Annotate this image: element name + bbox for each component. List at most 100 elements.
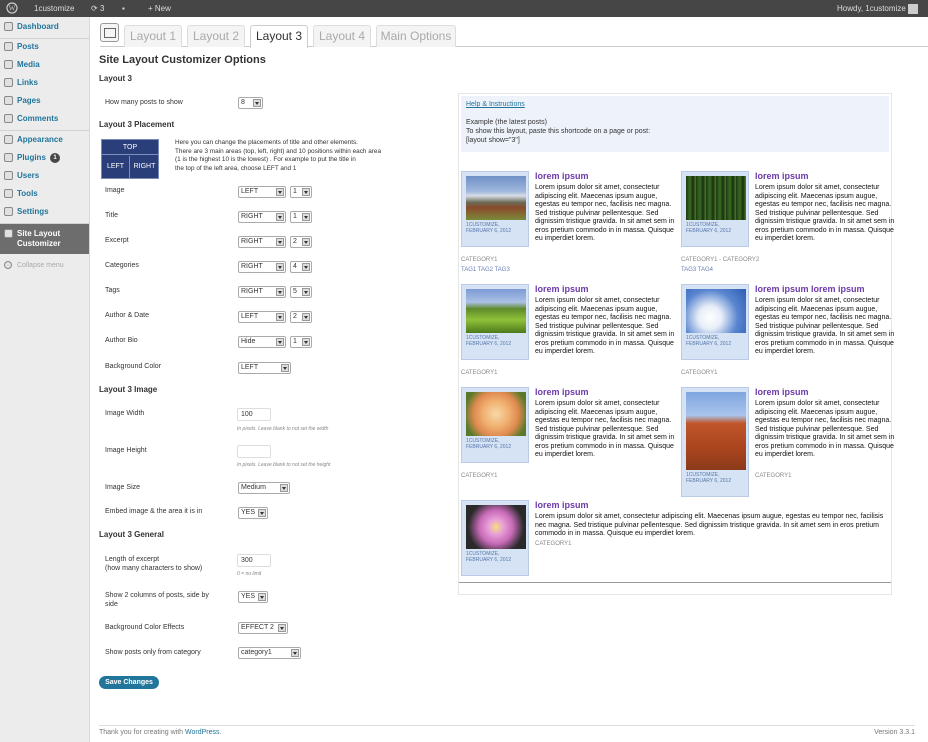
comments-icon[interactable]: ▪: [122, 0, 125, 17]
author-date-area-select[interactable]: LEFT: [238, 311, 286, 323]
pin-icon: [4, 42, 13, 51]
sidebar-item-dashboard[interactable]: Dashboard: [0, 18, 89, 36]
select-value: 1: [293, 188, 297, 195]
post-author-date: 1CUSTOMIZE, FEBRUARY 6, 2012: [466, 335, 524, 347]
image-position-select[interactable]: 1: [290, 186, 312, 198]
update-count-badge: 1: [50, 153, 60, 163]
new-content-link[interactable]: + New: [148, 0, 171, 17]
sidebar-item-site-layout-customizer[interactable]: Site Layout Customizer: [0, 224, 89, 254]
main-content: Layout 1 Layout 2 Layout 3 Layout 4 Main…: [90, 17, 928, 742]
author-date-position-select[interactable]: 2: [290, 311, 312, 323]
sidebar-item-tools[interactable]: Tools: [0, 185, 89, 203]
sidebar-item-links[interactable]: Links: [0, 74, 89, 92]
dropdown-arrow-icon: [302, 313, 310, 321]
label-line: Length of excerpt: [105, 556, 160, 563]
excerpt-length-label: Length of excerpt (how many characters to…: [105, 555, 202, 573]
author-bio-area-select[interactable]: Hide: [238, 336, 286, 348]
categories-position-select[interactable]: 4: [290, 261, 312, 273]
tab-layout-3[interactable]: Layout 3: [250, 25, 308, 48]
dropdown-arrow-icon: [280, 484, 288, 492]
page-title: Site Layout Customizer Options: [99, 54, 266, 66]
author-bio-position-select[interactable]: 1: [290, 336, 312, 348]
tab-layout-1[interactable]: Layout 1: [124, 25, 182, 47]
dropdown-arrow-icon: [258, 593, 266, 601]
select-value: 1: [293, 213, 297, 220]
collapse-menu[interactable]: Collapse menu: [0, 257, 89, 275]
plugin-icon: [4, 153, 13, 162]
image-width-input[interactable]: 100: [237, 408, 271, 421]
title-position-select[interactable]: 1: [290, 211, 312, 223]
example-label: Example (the latest posts): [466, 119, 547, 126]
save-changes-button[interactable]: Save Changes: [99, 676, 159, 689]
sidebar-item-settings[interactable]: Settings: [0, 203, 89, 221]
sidebar-item-label: Site Layout Customizer: [17, 229, 61, 248]
site-name-link[interactable]: 1customize: [34, 0, 74, 17]
sidebar-item-users[interactable]: Users: [0, 167, 89, 185]
post-title[interactable]: lorem ipsum: [535, 387, 589, 397]
post-title[interactable]: lorem ipsum: [535, 500, 589, 510]
select-value: YES: [241, 509, 256, 516]
embed-image-select[interactable]: YES: [238, 507, 268, 519]
dropdown-arrow-icon: [302, 288, 310, 296]
tags-area-select[interactable]: RIGHT: [238, 286, 286, 298]
select-value: EFFECT 2: [241, 624, 274, 631]
sidebar-item-posts[interactable]: Posts: [0, 38, 89, 56]
pages-icon: [4, 96, 13, 105]
sidebar-item-label: Users: [17, 171, 40, 180]
select-value: LEFT: [241, 313, 259, 320]
categories-area-select[interactable]: RIGHT: [238, 261, 286, 273]
post-title[interactable]: lorem ipsum: [755, 171, 809, 181]
image-width-label: Image Width: [105, 410, 145, 417]
shortcode-text: [layout show="3"]: [466, 137, 520, 144]
bg-effects-select[interactable]: EFFECT 2: [238, 622, 288, 634]
post-title[interactable]: lorem ipsum lorem ipsum: [755, 284, 865, 294]
excerpt-area-select[interactable]: RIGHT: [238, 236, 286, 248]
link-icon: [4, 78, 13, 87]
excerpt-length-input[interactable]: 300: [237, 554, 271, 567]
background-color-area-select[interactable]: LEFT: [238, 362, 291, 374]
sidebar-item-comments[interactable]: Comments: [0, 110, 89, 128]
title-area-select[interactable]: RIGHT: [238, 211, 286, 223]
sidebar-item-appearance[interactable]: Appearance: [0, 131, 89, 149]
tags-position-select[interactable]: 5: [290, 286, 312, 298]
excerpt-position-select[interactable]: 2: [290, 236, 312, 248]
placement-label-excerpt: Excerpt: [105, 237, 129, 244]
select-value: 4: [293, 263, 297, 270]
placement-label-author-date: Author & Date: [105, 312, 149, 319]
image-area-select[interactable]: LEFT: [238, 186, 286, 198]
post-tags[interactable]: TAG3 TAG4: [681, 267, 713, 273]
sidebar-item-label: Pages: [17, 96, 41, 105]
preview-post: 1CUSTOMIZE, FEBRUARY 6, 2012 lorem ipsum …: [681, 171, 895, 281]
post-title[interactable]: lorem ipsum: [755, 387, 809, 397]
sidebar-item-pages[interactable]: Pages: [0, 92, 89, 110]
two-columns-select[interactable]: YES: [238, 591, 268, 603]
dropdown-arrow-icon: [278, 624, 286, 632]
date: FEBRUARY 6, 2012: [686, 228, 732, 234]
tab-layout-2[interactable]: Layout 2: [187, 25, 245, 47]
appearance-icon: [4, 135, 13, 144]
dropdown-arrow-icon: [258, 509, 266, 517]
wordpress-logo-icon[interactable]: W: [6, 0, 18, 17]
tab-main-options[interactable]: Main Options: [376, 25, 456, 47]
select-value: RIGHT: [241, 213, 263, 220]
sidebar-item-plugins[interactable]: Plugins 1: [0, 149, 89, 167]
placement-label-tags: Tags: [105, 287, 120, 294]
post-title[interactable]: lorem ipsum: [535, 171, 589, 181]
sidebar-item-media[interactable]: Media: [0, 56, 89, 74]
image-size-select[interactable]: Medium: [238, 482, 290, 494]
image-height-input[interactable]: [237, 445, 271, 458]
post-author-date: 1CUSTOMIZE, FEBRUARY 6, 2012: [686, 335, 744, 347]
wordpress-link[interactable]: WordPress: [185, 729, 220, 736]
post-title[interactable]: lorem ipsum: [535, 284, 589, 294]
category-filter-select[interactable]: category1: [238, 647, 301, 659]
tab-bar: Layout 1 Layout 2 Layout 3 Layout 4 Main…: [100, 25, 928, 48]
tab-layout-4[interactable]: Layout 4: [313, 25, 371, 47]
account-link[interactable]: Howdy, 1customize: [837, 0, 918, 17]
help-instructions-link[interactable]: Help & Instructions: [466, 100, 884, 109]
post-tags[interactable]: TAG1 TAG2 TAG3: [461, 267, 510, 273]
posts-count-select[interactable]: 8: [238, 97, 263, 109]
updates-link[interactable]: ⟳ 3: [91, 0, 104, 17]
label-line: side: [105, 601, 118, 608]
sidebar-item-label: Collapse menu: [17, 262, 64, 269]
howdy-label: Howdy, 1customize: [837, 4, 906, 13]
